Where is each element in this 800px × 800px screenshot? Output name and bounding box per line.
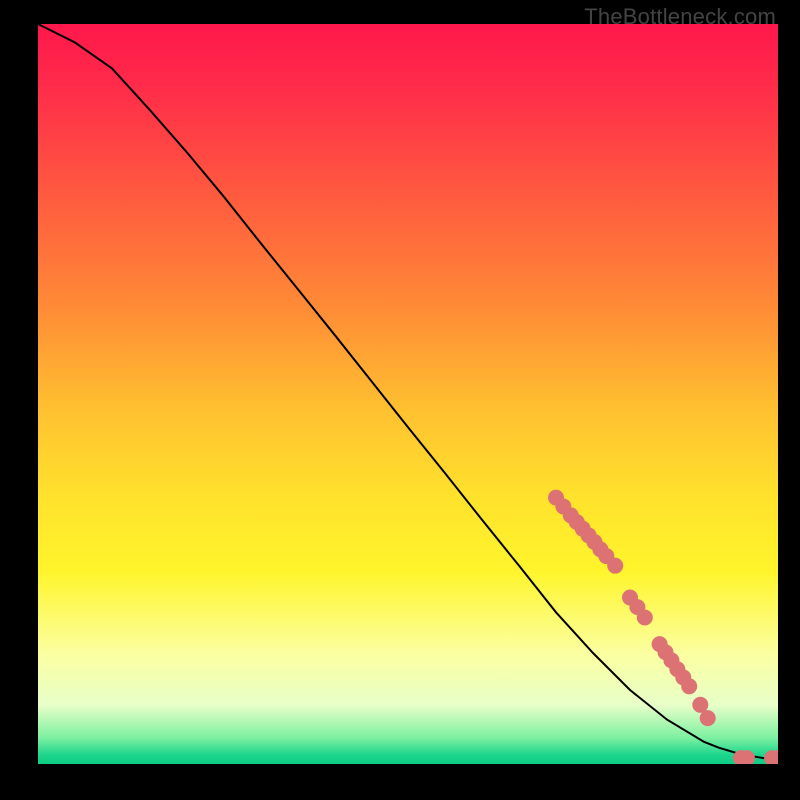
data-marker <box>607 558 623 574</box>
chart-stage: TheBottleneck.com <box>0 0 800 800</box>
plot-svg <box>38 24 778 764</box>
data-marker <box>681 678 697 694</box>
data-marker <box>700 710 716 726</box>
data-marker <box>637 609 653 625</box>
plot-area <box>38 24 778 764</box>
